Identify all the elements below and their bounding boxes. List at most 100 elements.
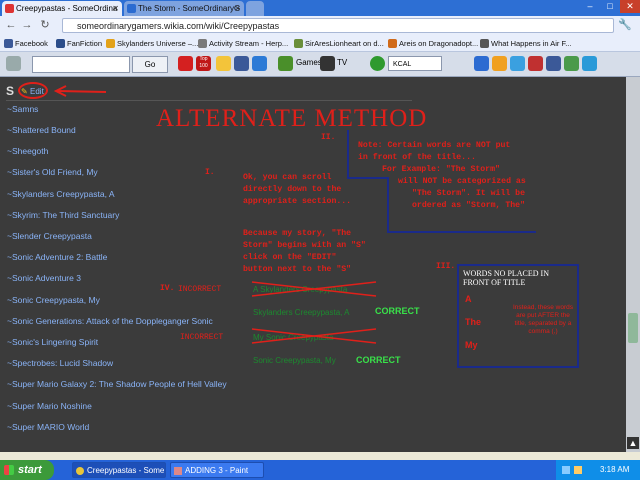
chrome-icon bbox=[76, 467, 84, 475]
tab-label: The Storm - SomeOrdinaryG bbox=[138, 4, 241, 13]
tab-the-storm[interactable]: The Storm - SomeOrdinaryG ✕ bbox=[124, 1, 244, 16]
tv-icon[interactable] bbox=[320, 56, 335, 71]
chat-icon[interactable] bbox=[492, 56, 507, 71]
close-tab-icon[interactable]: ✕ bbox=[112, 1, 119, 16]
list-item[interactable]: ~Sonic Adventure 2: Battle bbox=[7, 252, 107, 262]
bookmark-activity-stream[interactable]: Activity Stream - Herp... bbox=[198, 37, 288, 50]
note-line: ordered as "Storm, The" bbox=[412, 201, 526, 210]
tab-creepypastas[interactable]: Creepypastas - SomeOrdina ✕ bbox=[2, 1, 122, 16]
network-icon[interactable] bbox=[562, 466, 570, 474]
calendar-icon[interactable] bbox=[528, 56, 543, 71]
list-item[interactable]: ~Sister's Old Friend, My bbox=[7, 167, 98, 177]
list-item[interactable]: ~Skyrim: The Third Sanctuary bbox=[7, 210, 119, 220]
task-paint[interactable]: ADDING 3 - Paint bbox=[170, 462, 264, 478]
maximize-icon[interactable]: □ bbox=[600, 0, 620, 13]
page-scrollbar[interactable]: ▲ bbox=[626, 77, 640, 452]
bookmark-facebook[interactable]: Facebook bbox=[4, 37, 48, 50]
list-item[interactable]: ~Super MARIO World bbox=[7, 422, 89, 432]
edit-instructions: Because my story, "The Storm" begins wit… bbox=[243, 228, 366, 276]
wrench-menu-icon[interactable]: 🔧 bbox=[618, 18, 632, 33]
facebook-icon[interactable] bbox=[234, 56, 249, 71]
bookmark-areis[interactable]: Areis on Dragonadopt... bbox=[388, 37, 478, 50]
games-icon[interactable] bbox=[278, 56, 293, 71]
scrollbar-thumb[interactable] bbox=[628, 313, 638, 343]
strike-marks bbox=[251, 281, 377, 297]
task-chrome[interactable]: Creepypastas - Some... bbox=[72, 462, 166, 478]
tab-label: Creepypastas - SomeOrdina bbox=[16, 4, 118, 13]
facebook-icon bbox=[4, 39, 13, 48]
bookmark-label: What Happens in Air F... bbox=[491, 39, 572, 48]
word-a: A bbox=[465, 294, 472, 304]
address-bar[interactable]: someordinarygamers.wikia.com/wiki/Creepy… bbox=[62, 18, 614, 33]
word-my: My bbox=[465, 340, 478, 350]
incorrect-label: INCORRECT bbox=[180, 333, 224, 342]
system-tray: 3:18 AM bbox=[556, 460, 640, 480]
list-item[interactable]: ~Sheegoth bbox=[7, 146, 48, 156]
wikia-favicon-icon bbox=[5, 4, 14, 13]
correct-label: CORRECT bbox=[356, 355, 401, 365]
youtube-icon[interactable] bbox=[178, 56, 193, 71]
games-label[interactable]: Games bbox=[296, 58, 322, 67]
url-text: someordinarygamers.wikia.com/wiki/Creepy… bbox=[77, 21, 280, 31]
list-item[interactable]: ~Slender Creepypasta bbox=[7, 231, 92, 241]
list-item[interactable]: ~Super Mario Noshine bbox=[7, 401, 92, 411]
feather-icon[interactable] bbox=[6, 56, 21, 71]
go-button[interactable]: Go bbox=[132, 56, 168, 73]
forward-arrow-icon[interactable]: → bbox=[20, 18, 34, 33]
highlight-circle bbox=[18, 82, 48, 99]
tv-label[interactable]: TV bbox=[337, 58, 347, 67]
scroll-top-icon[interactable]: ▲ bbox=[627, 437, 639, 449]
top100-badge[interactable]: Top 100 bbox=[196, 56, 211, 71]
paint-icon bbox=[174, 467, 182, 475]
bookmark-skylanders[interactable]: Skylanders Universe –... bbox=[106, 37, 198, 50]
back-arrow-icon[interactable]: ← bbox=[4, 18, 18, 33]
play-icon[interactable] bbox=[370, 56, 385, 71]
note-line: For Example: "The Storm" bbox=[382, 165, 500, 174]
scroll-instructions: Ok, you can scroll directly down to the … bbox=[243, 172, 351, 208]
wikia-favicon-icon bbox=[127, 4, 136, 13]
bookmark-label: Skylanders Universe –... bbox=[117, 39, 199, 48]
radio-station-select[interactable]: KCAL bbox=[388, 56, 442, 71]
list-item[interactable]: ~Samns bbox=[7, 104, 38, 114]
list-item[interactable]: ~Super Mario Galaxy 2: The Shadow People… bbox=[7, 379, 227, 389]
smiley-icon[interactable] bbox=[216, 56, 231, 71]
list-item[interactable]: ~Sonic's Lingering Spirit bbox=[7, 337, 98, 347]
settings-icon[interactable] bbox=[564, 56, 579, 71]
new-tab-button[interactable] bbox=[246, 1, 264, 16]
bookmark-label: Facebook bbox=[15, 39, 48, 48]
bookmark-sirareslionheart[interactable]: SirAresLionheart on d... bbox=[294, 37, 384, 50]
bookmark-label: Activity Stream - Herp... bbox=[209, 39, 289, 48]
twitter-icon[interactable] bbox=[582, 56, 597, 71]
bookmark-label: Areis on Dragonadopt... bbox=[399, 39, 479, 48]
note-block: Note: Certain words are NOT put in front… bbox=[358, 140, 526, 212]
note-line: in front of the title... bbox=[358, 153, 476, 162]
bookmark-label: SirAresLionheart on d... bbox=[305, 39, 384, 48]
list-item[interactable]: ~Sonic Adventure 3 bbox=[7, 273, 81, 283]
arrow-to-edit bbox=[53, 85, 107, 97]
cloud-icon[interactable] bbox=[510, 56, 525, 71]
scroll-line: appropriate section... bbox=[243, 197, 352, 206]
toolbar-search-input[interactable] bbox=[32, 56, 130, 73]
fanfiction-icon bbox=[56, 39, 65, 48]
list-item[interactable]: ~Shattered Bound bbox=[7, 125, 76, 135]
list-item[interactable]: ~Skylanders Creepypasta, A bbox=[7, 189, 115, 199]
close-window-icon[interactable]: ✕ bbox=[620, 0, 640, 13]
list-item[interactable]: ~Sonic Generations: Attack of the Dopple… bbox=[7, 316, 213, 326]
because-line: Because my story, "The bbox=[243, 229, 352, 238]
bookmark-label: FanFiction bbox=[67, 39, 103, 48]
top100-label: Top 100 bbox=[199, 56, 208, 69]
words-box-explanation: Instead, these words are put AFTER the t… bbox=[513, 304, 573, 335]
weather-icon[interactable] bbox=[252, 56, 267, 71]
clock[interactable]: 3:18 AM bbox=[600, 465, 629, 474]
list-item[interactable]: ~Sonic Creepypasta, My bbox=[7, 295, 100, 305]
minimize-icon[interactable]: – bbox=[580, 0, 600, 13]
bookmark-fanfiction[interactable]: FanFiction bbox=[56, 37, 102, 50]
volume-icon[interactable] bbox=[574, 466, 582, 474]
facebook-icon[interactable] bbox=[546, 56, 561, 71]
bookmark-air-force[interactable]: What Happens in Air F... bbox=[480, 37, 571, 50]
list-item[interactable]: ~Spectrobes: Lucid Shadow bbox=[7, 358, 113, 368]
start-button[interactable]: start bbox=[0, 460, 54, 480]
close-tab-icon[interactable]: ✕ bbox=[234, 1, 241, 16]
mail-icon[interactable] bbox=[474, 56, 489, 71]
reload-icon[interactable]: ↻ bbox=[38, 18, 52, 33]
